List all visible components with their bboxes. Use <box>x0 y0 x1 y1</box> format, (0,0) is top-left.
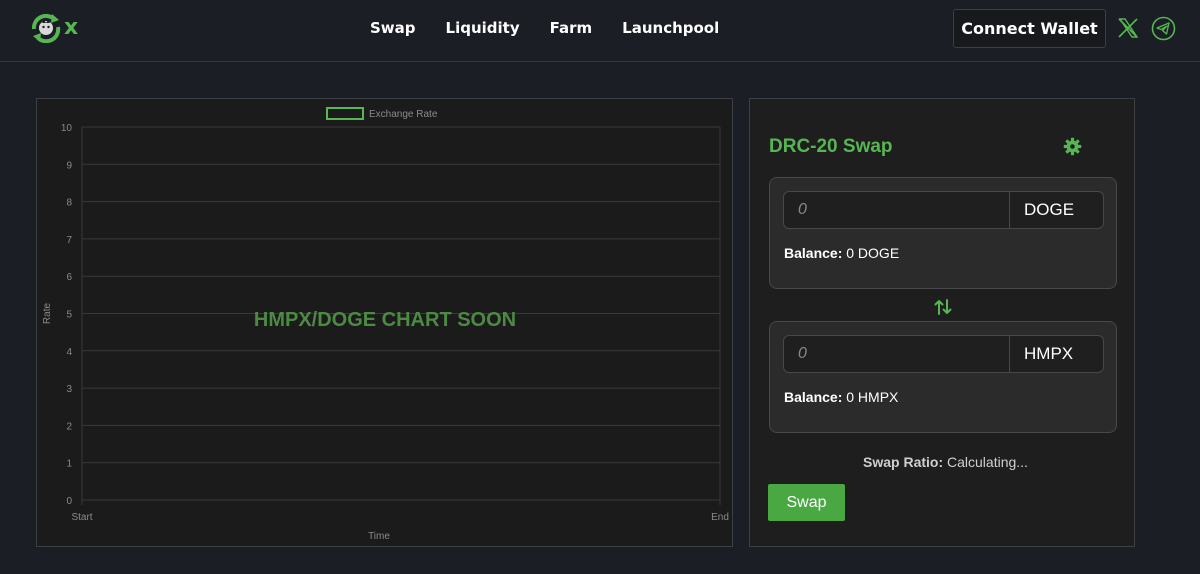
chart-panel: 0 1 2 3 4 5 6 7 8 9 10 Start End Time Rate Exchange Rat… <box>36 98 733 547</box>
to-amount-input[interactable] <box>783 335 1009 373</box>
top-navbar: x Swap Liquidity Farm Launchpool Connect… <box>0 0 1200 62</box>
y-tick-label: 2 <box>66 421 72 432</box>
connect-wallet-button[interactable]: Connect Wallet <box>953 9 1106 48</box>
x-tick-label: Start <box>71 512 92 523</box>
y-tick-label: 7 <box>66 235 72 246</box>
telegram-icon[interactable] <box>1151 16 1176 41</box>
swap-direction-icon[interactable] <box>933 298 953 316</box>
y-tick-label: 10 <box>61 123 73 134</box>
to-token-select[interactable]: HMPX <box>1009 335 1104 373</box>
to-balance: Balance: 0 HMPX <box>784 389 898 405</box>
y-tick-label: 9 <box>66 160 72 171</box>
y-axis-label: Rate <box>42 303 53 325</box>
nav-swap[interactable]: Swap <box>370 19 416 37</box>
from-balance: Balance: 0 DOGE <box>784 245 899 261</box>
y-tick-label: 0 <box>66 496 72 507</box>
gear-icon[interactable] <box>1063 137 1082 156</box>
y-tick-label: 4 <box>66 347 72 358</box>
logo-mark-icon <box>31 13 61 43</box>
to-balance-label: Balance: <box>784 389 843 405</box>
swap-title: DRC-20 Swap <box>769 136 893 157</box>
to-token-box: HMPX Balance: 0 HMPX <box>769 321 1117 433</box>
from-balance-value: 0 DOGE <box>846 245 900 261</box>
from-balance-label: Balance: <box>784 245 843 261</box>
nav-farm[interactable]: Farm <box>550 19 593 37</box>
swap-ratio-label: Swap Ratio: <box>863 454 944 470</box>
to-balance-value: 0 HMPX <box>846 389 899 405</box>
from-token-box: DOGE Balance: 0 DOGE <box>769 177 1117 289</box>
nav-liquidity[interactable]: Liquidity <box>446 19 520 37</box>
logo-text: x <box>64 15 79 40</box>
y-tick-label: 6 <box>66 272 72 283</box>
x-tick-label: End <box>711 512 729 523</box>
from-token-select[interactable]: DOGE <box>1009 191 1104 229</box>
chart-coming-soon-text: HMPX/DOGE CHART SOON <box>253 309 517 331</box>
y-tick-label: 8 <box>66 198 72 209</box>
x-axis-label: Time <box>368 531 390 542</box>
legend-swatch <box>326 107 364 120</box>
from-amount-input[interactable] <box>783 191 1009 229</box>
legend-label: Exchange Rate <box>369 109 438 120</box>
y-tick-label: 1 <box>66 459 72 470</box>
swap-ratio-value: Calculating... <box>947 454 1028 470</box>
swap-button[interactable]: Swap <box>768 484 845 521</box>
x-twitter-icon[interactable] <box>1117 17 1139 39</box>
y-tick-label: 3 <box>66 384 72 395</box>
swap-panel: DRC-20 Swap DOGE Balance: 0 DOGE HMPX <box>749 98 1135 547</box>
main-nav: Swap Liquidity Farm Launchpool <box>370 19 719 37</box>
logo[interactable]: x <box>30 12 86 44</box>
nav-launchpool[interactable]: Launchpool <box>622 19 719 37</box>
y-tick-label: 5 <box>66 310 72 321</box>
